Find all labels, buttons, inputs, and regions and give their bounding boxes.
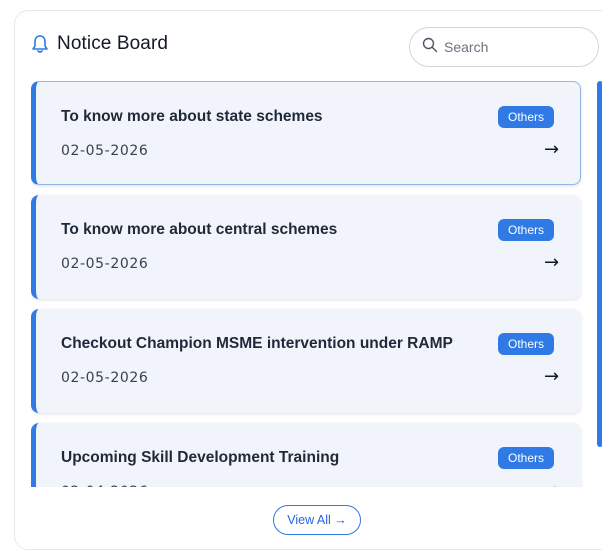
notice-card[interactable]: To know more about central schemes 02-05… bbox=[31, 195, 581, 299]
list-scrollbar[interactable] bbox=[597, 81, 602, 447]
notice-board-header: Notice Board bbox=[15, 11, 602, 81]
search-box[interactable] bbox=[409, 27, 599, 67]
notice-date: 02-05-2026 bbox=[61, 370, 149, 386]
category-badge: Others bbox=[498, 219, 555, 241]
notice-list[interactable]: To know more about state schemes 02-05-2… bbox=[31, 81, 591, 487]
page-title: Notice Board bbox=[57, 33, 169, 54]
category-badge: Others bbox=[498, 447, 555, 469]
notice-card[interactable]: Checkout Champion MSME intervention unde… bbox=[31, 309, 581, 413]
title-group: Notice Board bbox=[31, 33, 168, 55]
arrow-right-icon[interactable]: → bbox=[544, 480, 559, 487]
bell-icon bbox=[31, 34, 49, 54]
arrow-right-icon[interactable]: → bbox=[544, 252, 559, 273]
notice-date: 02-05-2026 bbox=[61, 256, 149, 272]
category-badge: Others bbox=[498, 106, 555, 128]
notice-board-panel: Notice Board To know more about state sc… bbox=[14, 10, 602, 550]
notice-board-footer: View All → bbox=[15, 487, 602, 549]
notice-title: To know more about central schemes bbox=[61, 221, 338, 238]
notice-title: Checkout Champion MSME intervention unde… bbox=[61, 335, 453, 352]
category-badge: Others bbox=[498, 333, 555, 355]
notice-card[interactable]: To know more about state schemes 02-05-2… bbox=[31, 81, 581, 185]
arrow-right-icon[interactable]: → bbox=[544, 139, 559, 160]
notice-title: Upcoming Skill Development Training bbox=[61, 449, 340, 466]
search-input[interactable] bbox=[444, 39, 574, 55]
arrow-right-icon[interactable]: → bbox=[544, 366, 559, 387]
notice-card[interactable]: Upcoming Skill Development Training 02-0… bbox=[31, 423, 581, 487]
notice-date: 02-05-2026 bbox=[61, 143, 149, 159]
search-icon bbox=[422, 37, 438, 58]
view-all-button[interactable]: View All → bbox=[273, 505, 361, 535]
notice-title: To know more about state schemes bbox=[61, 108, 323, 125]
